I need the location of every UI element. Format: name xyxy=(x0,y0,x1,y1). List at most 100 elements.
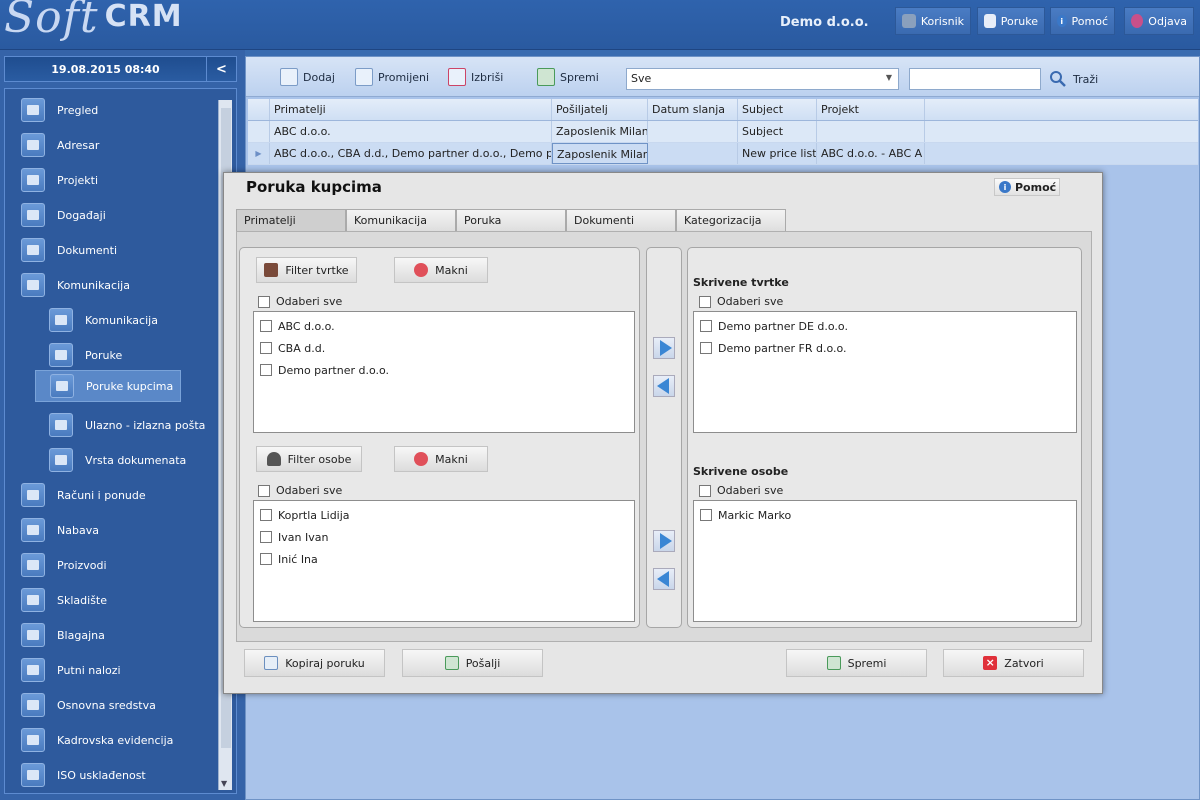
sidebar-item-osnovna-sredstva[interactable]: Osnovna sredstva xyxy=(21,690,216,720)
list-item[interactable]: Markic Marko xyxy=(694,504,1076,526)
dialog-help-button[interactable]: i Pomoć xyxy=(994,178,1060,196)
copy-message-button[interactable]: Kopiraj poruku xyxy=(244,649,385,677)
travel-order-icon xyxy=(21,658,45,682)
sidebar-item-kadrovska-evidencija[interactable]: Kadrovska evidencija xyxy=(21,725,216,755)
documents-icon xyxy=(21,238,45,262)
remove-person-filter-button[interactable]: Makni xyxy=(394,446,488,472)
sidebar-subitem-ulazno-izlazna-posta[interactable]: Ulazno - izlazna pošta xyxy=(49,410,219,440)
move-right-button[interactable] xyxy=(653,337,675,359)
sidebar-item-putni-nalozi[interactable]: Putni nalozi xyxy=(21,655,216,685)
tab-komunikacija[interactable]: Komunikacija xyxy=(346,209,456,231)
edit-icon xyxy=(355,68,373,86)
search-button[interactable]: Traži xyxy=(1049,67,1098,91)
table-cell: ABC d.o.o., CBA d.d., Demo partner d.o.o… xyxy=(270,143,552,164)
sidebar-subitem-poruke[interactable]: Poruke xyxy=(49,340,189,370)
help-button[interactable]: i Pomoć xyxy=(1050,7,1115,35)
dialog-save-button[interactable]: Spremi xyxy=(786,649,927,677)
checkbox[interactable] xyxy=(260,553,272,565)
sidebar-item-blagajna[interactable]: Blagajna xyxy=(21,620,216,650)
transfer-controls xyxy=(646,247,682,628)
checkbox[interactable] xyxy=(258,484,270,497)
remove-company-filter-button[interactable]: Makni xyxy=(394,257,488,283)
move-left-button[interactable] xyxy=(653,375,675,397)
list-item[interactable]: Demo partner FR d.o.o. xyxy=(694,337,1076,359)
messages-button[interactable]: Poruke xyxy=(977,7,1045,35)
sidebar-item-skladiste[interactable]: Skladište xyxy=(21,585,216,615)
edit-button[interactable]: Promijeni xyxy=(351,66,433,88)
checkbox[interactable] xyxy=(699,484,711,497)
sidebar-item-pregled[interactable]: Pregled xyxy=(21,95,216,125)
select-all-persons[interactable]: Odaberi sve xyxy=(258,484,342,497)
sidebar-item-iso-uskladenost[interactable]: ISO usklađenost xyxy=(21,760,216,790)
table-row[interactable]: ▶ ABC d.o.o., CBA d.d., Demo partner d.o… xyxy=(248,143,1198,165)
list-item[interactable]: Koprtla Lidija xyxy=(254,504,634,526)
delete-button[interactable]: Izbriši xyxy=(444,66,507,88)
save-button[interactable]: Spremi xyxy=(533,66,603,88)
sidebar-subitem-komunikacija[interactable]: Komunikacija xyxy=(49,305,189,335)
checkbox[interactable] xyxy=(258,295,270,308)
hidden-persons-title: Skrivene osobe xyxy=(693,465,789,478)
checkbox[interactable] xyxy=(260,364,272,376)
checkbox[interactable] xyxy=(700,320,712,332)
filter-select[interactable]: Sve ▼ xyxy=(626,68,899,90)
list-item[interactable]: ABC d.o.o. xyxy=(254,315,634,337)
sidebar-item-projekti[interactable]: Projekti xyxy=(21,165,216,195)
column-header-datum-slanja[interactable]: Datum slanja xyxy=(648,99,738,120)
column-header-primatelji[interactable]: Primatelji xyxy=(270,99,552,120)
filter-persons-button[interactable]: Filter osobe xyxy=(256,446,362,472)
app-logo: Soft CRM xyxy=(4,0,183,43)
add-button[interactable]: Dodaj xyxy=(276,66,339,88)
move-right-button[interactable] xyxy=(653,530,675,552)
arrow-right-icon xyxy=(659,340,672,356)
checkbox[interactable] xyxy=(260,509,272,521)
select-all-hidden-persons[interactable]: Odaberi sve xyxy=(699,484,783,497)
people-icon xyxy=(21,728,45,752)
column-header-posiljatelj[interactable]: Pošiljatelj xyxy=(552,99,648,120)
sidebar-item-proizvodi[interactable]: Proizvodi xyxy=(21,550,216,580)
column-header-subject[interactable]: Subject xyxy=(738,99,817,120)
sidebar-item-dokumenti[interactable]: Dokumenti xyxy=(21,235,216,265)
select-all-companies[interactable]: Odaberi sve xyxy=(258,295,342,308)
list-item[interactable]: Ivan Ivan xyxy=(254,526,634,548)
hidden-recipients-pane: Skrivene tvrtke Odaberi sve Demo partner… xyxy=(687,247,1082,628)
hidden-companies-list: Demo partner DE d.o.o. Demo partner FR d… xyxy=(693,311,1077,433)
available-recipients-pane: Filter tvrtke Makni Odaberi sve ABC d.o.… xyxy=(239,247,640,628)
table-row[interactable]: ABC d.o.o. Zaposlenik Milan Subject xyxy=(248,121,1198,143)
column-header-projekt[interactable]: Projekt xyxy=(817,99,925,120)
sidebar-item-nabava[interactable]: Nabava xyxy=(21,515,216,545)
list-item[interactable]: Inić Ina xyxy=(254,548,634,570)
companies-list: ABC d.o.o. CBA d.d. Demo partner d.o.o. xyxy=(253,311,635,433)
checkbox[interactable] xyxy=(260,342,272,354)
sidebar-item-komunikacija[interactable]: Komunikacija xyxy=(21,270,216,300)
search-input[interactable] xyxy=(909,68,1041,90)
delete-icon xyxy=(448,68,466,86)
select-all-hidden-companies[interactable]: Odaberi sve xyxy=(699,295,783,308)
table-cell: New price list xyxy=(738,143,817,164)
list-item[interactable]: Demo partner d.o.o. xyxy=(254,359,634,381)
move-left-button[interactable] xyxy=(653,568,675,590)
scroll-down-icon[interactable]: ▼ xyxy=(221,779,227,788)
logout-button[interactable]: Odjava xyxy=(1124,7,1194,35)
list-item[interactable]: Demo partner DE d.o.o. xyxy=(694,315,1076,337)
checkbox[interactable] xyxy=(700,342,712,354)
checkbox[interactable] xyxy=(699,295,711,308)
save-icon xyxy=(537,68,555,86)
collapse-sidebar-button[interactable]: < xyxy=(206,57,236,81)
sidebar-subitem-vrsta-dokumenata[interactable]: Vrsta dokumenata xyxy=(49,445,219,475)
tab-kategorizacija[interactable]: Kategorizacija xyxy=(676,209,786,231)
sidebar-item-dogadaji[interactable]: Događaji xyxy=(21,200,216,230)
tab-poruka[interactable]: Poruka xyxy=(456,209,566,231)
checkbox[interactable] xyxy=(260,320,272,332)
close-button[interactable]: × Zatvori xyxy=(943,649,1084,677)
tab-dokumenti[interactable]: Dokumenti xyxy=(566,209,676,231)
checkbox[interactable] xyxy=(700,509,712,521)
checkbox[interactable] xyxy=(260,531,272,543)
send-button[interactable]: Pošalji xyxy=(402,649,543,677)
tab-primatelji[interactable]: Primatelji xyxy=(236,209,346,231)
filter-companies-button[interactable]: Filter tvrtke xyxy=(256,257,357,283)
sidebar-item-adresar[interactable]: Adresar xyxy=(21,130,216,160)
user-button[interactable]: Korisnik xyxy=(895,7,971,35)
sidebar-item-racuni-i-ponude[interactable]: Računi i ponude xyxy=(21,480,216,510)
sidebar-subitem-poruke-kupcima[interactable]: Poruke kupcima xyxy=(35,370,181,402)
list-item[interactable]: CBA d.d. xyxy=(254,337,634,359)
